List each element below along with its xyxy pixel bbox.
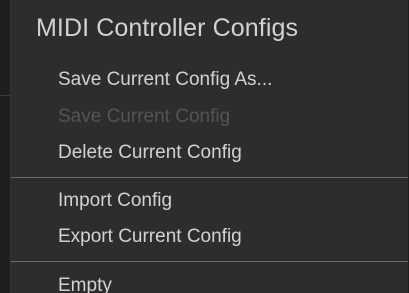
menu-separator	[11, 261, 408, 262]
empty-config-item[interactable]: Empty	[58, 275, 112, 293]
save-config-as-item[interactable]: Save Current Config As...	[58, 69, 272, 91]
export-config-item[interactable]: Export Current Config	[58, 226, 242, 248]
import-config-item[interactable]: Import Config	[58, 190, 172, 212]
delete-config-item[interactable]: Delete Current Config	[58, 142, 242, 164]
save-config-item: Save Current Config	[58, 106, 231, 127]
midi-config-menu: MIDI Controller Configs Save Current Con…	[10, 0, 408, 293]
menu-separator	[11, 177, 408, 178]
menu-title: MIDI Controller Configs	[36, 14, 299, 42]
app-window: MIDI Controller Configs Save Current Con…	[0, 0, 409, 293]
